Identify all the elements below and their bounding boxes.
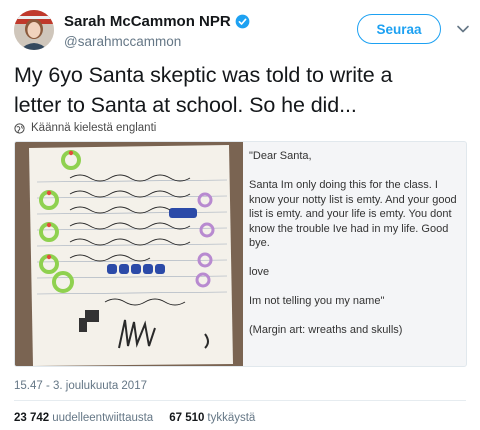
avatar[interactable]	[14, 10, 54, 50]
tweet-text-line-1: My 6yo Santa skeptic was told to write a	[14, 63, 393, 87]
translate-link[interactable]: Käännä kielestä englanti	[14, 122, 156, 134]
letter-photo-image	[15, 142, 243, 366]
user-handle[interactable]: @sarahmccammon	[64, 34, 181, 49]
retweets-label: uudelleentwiittausta	[52, 412, 154, 424]
verified-badge-icon	[235, 14, 250, 29]
tweet-timestamp[interactable]: 15.47 - 3. joulukuuta 2017	[14, 380, 147, 392]
letter-transcription: "Dear Santa, Santa Im only doing this fo…	[249, 149, 465, 352]
retweets-stat[interactable]: 23 742 uudelleentwiittausta	[14, 412, 153, 424]
letter-photo[interactable]	[15, 142, 243, 366]
tweet-header: Sarah McCammon NPR @sarahmccammon Seuraa	[14, 10, 469, 54]
likes-label: tykkäystä	[207, 412, 256, 424]
likes-count: 67 510	[169, 412, 205, 424]
divider	[14, 400, 466, 401]
chevron-down-icon[interactable]	[456, 22, 470, 36]
letter-margin-note: (Margin art: wreaths and skulls)	[249, 324, 403, 336]
letter-body: Santa Im only doing this for the class. …	[249, 179, 457, 249]
display-name[interactable]: Sarah McCammon NPR	[64, 13, 231, 30]
letter-signoff: Im not telling you my name"	[249, 295, 385, 307]
tweet-stats: 23 742 uudelleentwiittausta 67 510 tykkäys…	[14, 412, 255, 424]
globe-icon	[14, 122, 25, 134]
tweet-text: My 6yo Santa skeptic was told to write a…	[14, 60, 469, 120]
tweet-text-line-2: letter to Santa at school. So he did...	[14, 93, 357, 117]
letter-greeting: "Dear Santa,	[249, 150, 312, 162]
letter-love: love	[249, 266, 270, 278]
retweets-count: 23 742	[14, 412, 50, 424]
translate-label[interactable]: Käännä kielestä englanti	[31, 122, 156, 134]
name-row: Sarah McCammon NPR	[64, 13, 250, 30]
follow-button[interactable]: Seuraa	[357, 14, 441, 44]
tweet-media[interactable]: "Dear Santa, Santa Im only doing this fo…	[14, 141, 467, 367]
likes-stat[interactable]: 67 510 tykkäystä	[169, 412, 255, 424]
